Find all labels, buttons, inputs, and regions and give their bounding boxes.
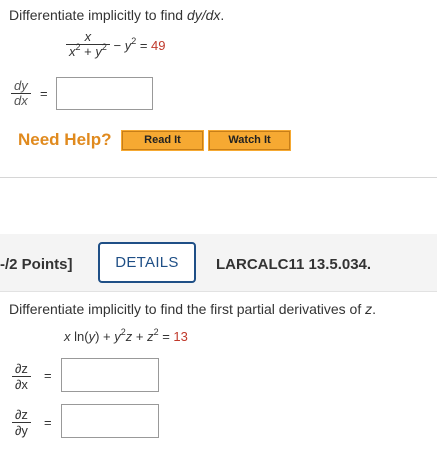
- dzdx-denominator: ∂x: [12, 376, 31, 392]
- dzdx-answer-input[interactable]: [61, 358, 159, 392]
- eq-rhs-value: 49: [151, 37, 166, 53]
- dzdy-equals: =: [44, 415, 52, 430]
- dydx-denominator: dx: [11, 93, 31, 108]
- points-label: -/2 Points]: [0, 256, 73, 273]
- prompt-end: .: [220, 7, 225, 23]
- dzdx-label: ∂z ∂x: [12, 361, 31, 392]
- dzdy-denominator: ∂y: [12, 422, 31, 438]
- den-exp-1: 2: [75, 42, 81, 52]
- prompt-text: Differentiate implicitly to find the fir…: [9, 301, 366, 317]
- question2-prompt: Differentiate implicitly to find the fir…: [9, 301, 376, 317]
- dzdx-numerator: ∂z: [15, 361, 28, 376]
- equation-fraction: x x2 + y2: [66, 30, 110, 60]
- den-var-y: y: [95, 44, 102, 59]
- dzdx-fraction: ∂z ∂x: [12, 361, 31, 392]
- eq-var-z2: z: [147, 329, 154, 344]
- eq-ln: ln(: [70, 329, 89, 344]
- read-it-button[interactable]: Read It: [121, 130, 204, 151]
- den-exp-2: 2: [101, 42, 107, 52]
- question1-equation: x x2 + y2 − y2 = 49: [66, 30, 166, 60]
- prompt-end: .: [372, 301, 377, 317]
- dydx-numerator: dy: [14, 78, 28, 93]
- dydx-equals: =: [40, 86, 48, 101]
- need-help-label: Need Help?: [18, 130, 112, 149]
- eq-minus: −: [109, 37, 125, 53]
- section-divider: [0, 177, 437, 178]
- question1-prompt: Differentiate implicitly to find dy/dx.: [9, 7, 224, 23]
- eq-rhs-value: 13: [173, 329, 188, 344]
- dzdy-numerator: ∂z: [15, 407, 28, 422]
- den-plus: +: [80, 44, 96, 59]
- problem-code: LARCALC11 13.5.034.: [216, 256, 372, 273]
- question2-equation: x ln(y) + y2z + z2 = 13: [64, 327, 188, 344]
- den-var-x: x: [69, 44, 76, 59]
- eq-equals: =: [158, 329, 174, 344]
- dzdx-equals: =: [44, 368, 52, 383]
- eq-close: ) +: [95, 329, 115, 344]
- details-button[interactable]: DETAILS: [98, 242, 196, 283]
- prompt-variable: dy/dx: [186, 7, 221, 23]
- eq-equals: =: [136, 37, 152, 53]
- eq-var-y2: y: [114, 329, 121, 344]
- dydx-label: dy dx: [11, 79, 31, 108]
- fraction-denominator: x2 + y2: [66, 42, 110, 60]
- eq-plus: +: [132, 329, 148, 344]
- eq-exp-2: 2: [153, 327, 159, 337]
- dydx-fraction: dy dx: [11, 79, 31, 108]
- prompt-text: Differentiate implicitly to find: [9, 7, 187, 23]
- dzdy-fraction: ∂z ∂y: [12, 407, 31, 438]
- equation-rest: − y2 = 49: [109, 35, 166, 53]
- eq-exp: 2: [131, 35, 137, 46]
- eq-exp-1: 2: [120, 327, 126, 337]
- dydx-answer-input[interactable]: [56, 77, 153, 110]
- dzdy-label: ∂z ∂y: [12, 407, 31, 438]
- dzdy-answer-input[interactable]: [61, 404, 159, 438]
- watch-it-button[interactable]: Watch It: [208, 130, 291, 151]
